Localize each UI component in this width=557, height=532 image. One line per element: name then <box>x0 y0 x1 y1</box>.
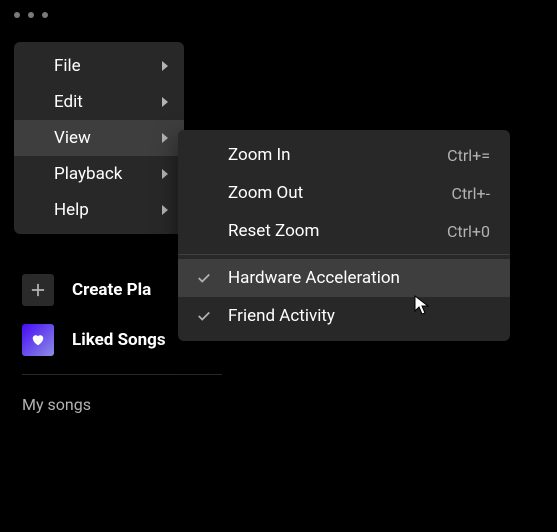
view-submenu: Zoom In Ctrl+= Zoom Out Ctrl+- Reset Zoo… <box>178 130 510 341</box>
chevron-right-icon <box>162 61 168 71</box>
submenu-label: Friend Activity <box>228 306 335 326</box>
plus-icon <box>22 274 54 306</box>
submenu-reset-zoom[interactable]: Reset Zoom Ctrl+0 <box>178 212 510 250</box>
menu-edit[interactable]: Edit <box>14 84 184 120</box>
submenu-friend-activity[interactable]: Friend Activity <box>178 297 510 335</box>
sidebar-label: Liked Songs <box>72 330 166 350</box>
window-controls <box>14 12 48 18</box>
menu-label: Edit <box>54 92 83 112</box>
playlist-item[interactable]: My songs <box>22 395 242 414</box>
menu-view[interactable]: View <box>14 120 184 156</box>
heart-icon <box>22 324 54 356</box>
submenu-divider <box>178 254 510 255</box>
submenu-label: Zoom In <box>228 145 291 165</box>
menu-file[interactable]: File <box>14 48 184 84</box>
check-icon <box>196 270 212 286</box>
chevron-right-icon <box>162 97 168 107</box>
window-dot[interactable] <box>14 12 20 18</box>
sidebar-divider <box>22 374 222 375</box>
menu-label: Playback <box>54 164 122 184</box>
menu-help[interactable]: Help <box>14 192 184 228</box>
submenu-zoom-in[interactable]: Zoom In Ctrl+= <box>178 136 510 174</box>
check-icon <box>196 308 212 324</box>
chevron-right-icon <box>162 205 168 215</box>
app-menu-bar: File Edit View Playback Help <box>14 42 184 234</box>
submenu-zoom-out[interactable]: Zoom Out Ctrl+- <box>178 174 510 212</box>
menu-label: View <box>54 128 91 148</box>
sidebar-label: Create Pla <box>72 280 151 300</box>
submenu-label: Hardware Acceleration <box>228 268 400 288</box>
submenu-label: Reset Zoom <box>228 221 319 241</box>
menu-playback[interactable]: Playback <box>14 156 184 192</box>
chevron-right-icon <box>162 169 168 179</box>
window-dot[interactable] <box>28 12 34 18</box>
submenu-shortcut: Ctrl+= <box>447 146 490 165</box>
submenu-hardware-acceleration[interactable]: Hardware Acceleration <box>178 259 510 297</box>
submenu-shortcut: Ctrl+0 <box>447 222 490 241</box>
menu-label: File <box>54 56 81 76</box>
chevron-right-icon <box>162 133 168 143</box>
menu-label: Help <box>54 200 89 220</box>
submenu-label: Zoom Out <box>228 183 303 203</box>
playlist-label: My songs <box>22 395 91 414</box>
submenu-shortcut: Ctrl+- <box>452 184 490 203</box>
window-dot[interactable] <box>42 12 48 18</box>
